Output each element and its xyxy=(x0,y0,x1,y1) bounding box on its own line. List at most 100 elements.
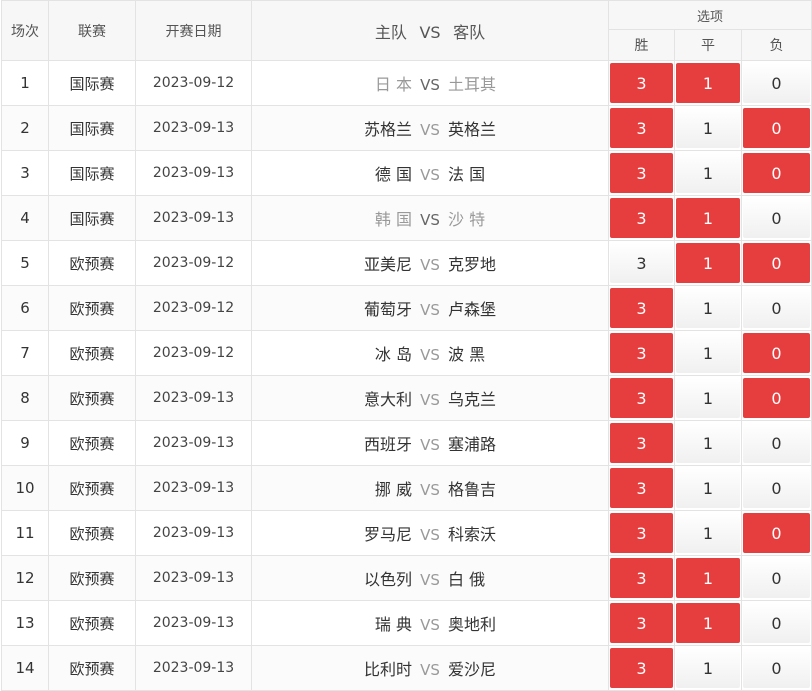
pick-draw-button[interactable]: 1 xyxy=(676,603,740,643)
pick-lose-button[interactable]: 0 xyxy=(743,468,811,508)
league-name: 欧预赛 xyxy=(48,600,136,646)
away-team: 沙 特 xyxy=(448,210,486,229)
pick-win-cell: 3 xyxy=(608,195,675,241)
pick-draw-button[interactable]: 1 xyxy=(676,288,740,328)
pick-win-button[interactable]: 3 xyxy=(610,468,673,508)
pick-lose-button[interactable]: 0 xyxy=(743,513,811,553)
pick-draw-button[interactable]: 1 xyxy=(676,198,740,238)
pick-lose-button[interactable]: 0 xyxy=(743,333,811,373)
vs-label: VS xyxy=(420,166,440,184)
header-date: 开赛日期 xyxy=(135,0,252,61)
header-num: 场次 xyxy=(1,0,49,61)
match-number: 14 xyxy=(1,645,49,691)
away-team: 白 俄 xyxy=(448,570,486,589)
pick-lose-button[interactable]: 0 xyxy=(743,198,811,238)
pick-lose-cell: 0 xyxy=(740,105,812,151)
pick-win-button[interactable]: 3 xyxy=(610,243,673,283)
vs-label: VS xyxy=(420,301,440,319)
pick-draw-button[interactable]: 1 xyxy=(676,648,740,688)
league-name: 欧预赛 xyxy=(48,645,136,691)
pick-draw-button[interactable]: 1 xyxy=(676,513,740,553)
pick-lose-button[interactable]: 0 xyxy=(743,648,811,688)
vs-label: VS xyxy=(420,121,440,139)
home-team: 亚美尼 xyxy=(363,255,412,274)
header-options: 选项 xyxy=(607,0,812,30)
pick-win-button[interactable]: 3 xyxy=(610,603,673,643)
pick-lose-cell: 0 xyxy=(740,285,812,331)
away-team: 克罗地 xyxy=(448,255,497,274)
pick-draw-button[interactable]: 1 xyxy=(676,63,740,103)
match-date: 2023-09-12 xyxy=(135,240,252,286)
pick-win-button[interactable]: 3 xyxy=(610,648,673,688)
match-number: 2 xyxy=(1,105,49,151)
pick-draw-button[interactable]: 1 xyxy=(676,153,740,193)
pick-draw-button[interactable]: 1 xyxy=(676,333,740,373)
pick-draw-button[interactable]: 1 xyxy=(676,243,740,283)
pick-win-cell: 3 xyxy=(608,510,675,556)
pick-win-cell: 3 xyxy=(608,375,675,421)
pick-win-button[interactable]: 3 xyxy=(610,153,673,193)
pick-lose-button[interactable]: 0 xyxy=(743,108,811,148)
pick-lose-button[interactable]: 0 xyxy=(743,378,811,418)
pick-win-button[interactable]: 3 xyxy=(610,108,673,148)
table-row: 13 欧预赛 2023-09-13 瑞 典 VS 奥地利 3 1 0 xyxy=(1,600,812,646)
league-name: 国际赛 xyxy=(48,60,136,106)
match-date: 2023-09-13 xyxy=(135,150,252,196)
pick-win-button[interactable]: 3 xyxy=(610,558,673,598)
home-team: 以色列 xyxy=(363,570,412,589)
pick-win-button[interactable]: 3 xyxy=(610,333,673,373)
pick-lose-button[interactable]: 0 xyxy=(743,63,811,103)
match-date: 2023-09-13 xyxy=(135,420,252,466)
pick-win-button[interactable]: 3 xyxy=(610,378,673,418)
match-number: 8 xyxy=(1,375,49,421)
pick-win-button[interactable]: 3 xyxy=(610,63,673,103)
pick-win-button[interactable]: 3 xyxy=(610,198,673,238)
pick-lose-cell: 0 xyxy=(740,600,812,646)
pick-win-button[interactable]: 3 xyxy=(610,288,673,328)
pick-draw-cell: 1 xyxy=(674,510,742,556)
home-team: 西班牙 xyxy=(363,435,412,454)
pick-lose-cell: 0 xyxy=(740,150,812,196)
pick-draw-cell: 1 xyxy=(674,330,742,376)
table-row: 9 欧预赛 2023-09-13 西班牙 VS 塞浦路 3 1 0 xyxy=(1,420,812,466)
pick-win-button[interactable]: 3 xyxy=(610,423,673,463)
pick-win-cell: 3 xyxy=(608,645,675,691)
pick-draw-button[interactable]: 1 xyxy=(676,468,740,508)
pick-lose-button[interactable]: 0 xyxy=(743,558,811,598)
league-name: 国际赛 xyxy=(48,105,136,151)
pick-lose-cell: 0 xyxy=(740,375,812,421)
pick-draw-cell: 1 xyxy=(674,645,742,691)
pick-lose-cell: 0 xyxy=(740,420,812,466)
pick-win-button[interactable]: 3 xyxy=(610,513,673,553)
pick-lose-button[interactable]: 0 xyxy=(743,603,811,643)
pick-lose-button[interactable]: 0 xyxy=(743,288,811,328)
pick-win-cell: 3 xyxy=(608,60,675,106)
table-header: 场次 联赛 开赛日期 主队 VS 客队 选项 胜 平 负 xyxy=(1,0,812,61)
match-date: 2023-09-13 xyxy=(135,600,252,646)
table-row: 3 国际赛 2023-09-13 德 国 VS 法 国310 xyxy=(1,150,812,196)
away-team: 波 黑 xyxy=(448,345,486,364)
pick-draw-button[interactable]: 1 xyxy=(676,558,740,598)
match-teams: 罗马尼 VS 科索沃 xyxy=(251,510,609,556)
home-team: 德 国 xyxy=(374,165,412,184)
home-team: 挪 威 xyxy=(374,480,412,499)
pick-draw-button[interactable]: 1 xyxy=(676,108,740,148)
pick-lose-button[interactable]: 0 xyxy=(743,153,811,193)
table-body: 1 国际赛 2023-09-12 日 本 VS 土耳其 3 1 0 2 国际赛 2023-09-13 苏… xyxy=(1,60,812,691)
pick-draw-cell: 1 xyxy=(674,240,742,286)
home-team: 瑞 典 xyxy=(374,615,412,634)
vs-label: VS xyxy=(420,481,440,499)
match-teams: 西班牙 VS 塞浦路 xyxy=(251,420,609,466)
table-row: 8 欧预赛 2023-09-13 意大利 VS 乌克兰 3 1 0 xyxy=(1,375,812,421)
pick-draw-cell: 1 xyxy=(674,465,742,511)
home-team: 苏格兰 xyxy=(363,120,412,139)
league-name: 欧预赛 xyxy=(48,285,136,331)
pick-draw-button[interactable]: 1 xyxy=(676,423,740,463)
pick-lose-button[interactable]: 0 xyxy=(743,423,811,463)
league-name: 国际赛 xyxy=(48,195,136,241)
match-teams: 挪 威 VS 格鲁吉 xyxy=(251,465,609,511)
pick-lose-button[interactable]: 0 xyxy=(743,243,811,283)
pick-lose-cell: 0 xyxy=(740,195,812,241)
pick-draw-button[interactable]: 1 xyxy=(676,378,740,418)
table-row: 14 欧预赛 2023-09-13 比利时 VS 爱沙尼 3 1 0 xyxy=(1,645,812,691)
